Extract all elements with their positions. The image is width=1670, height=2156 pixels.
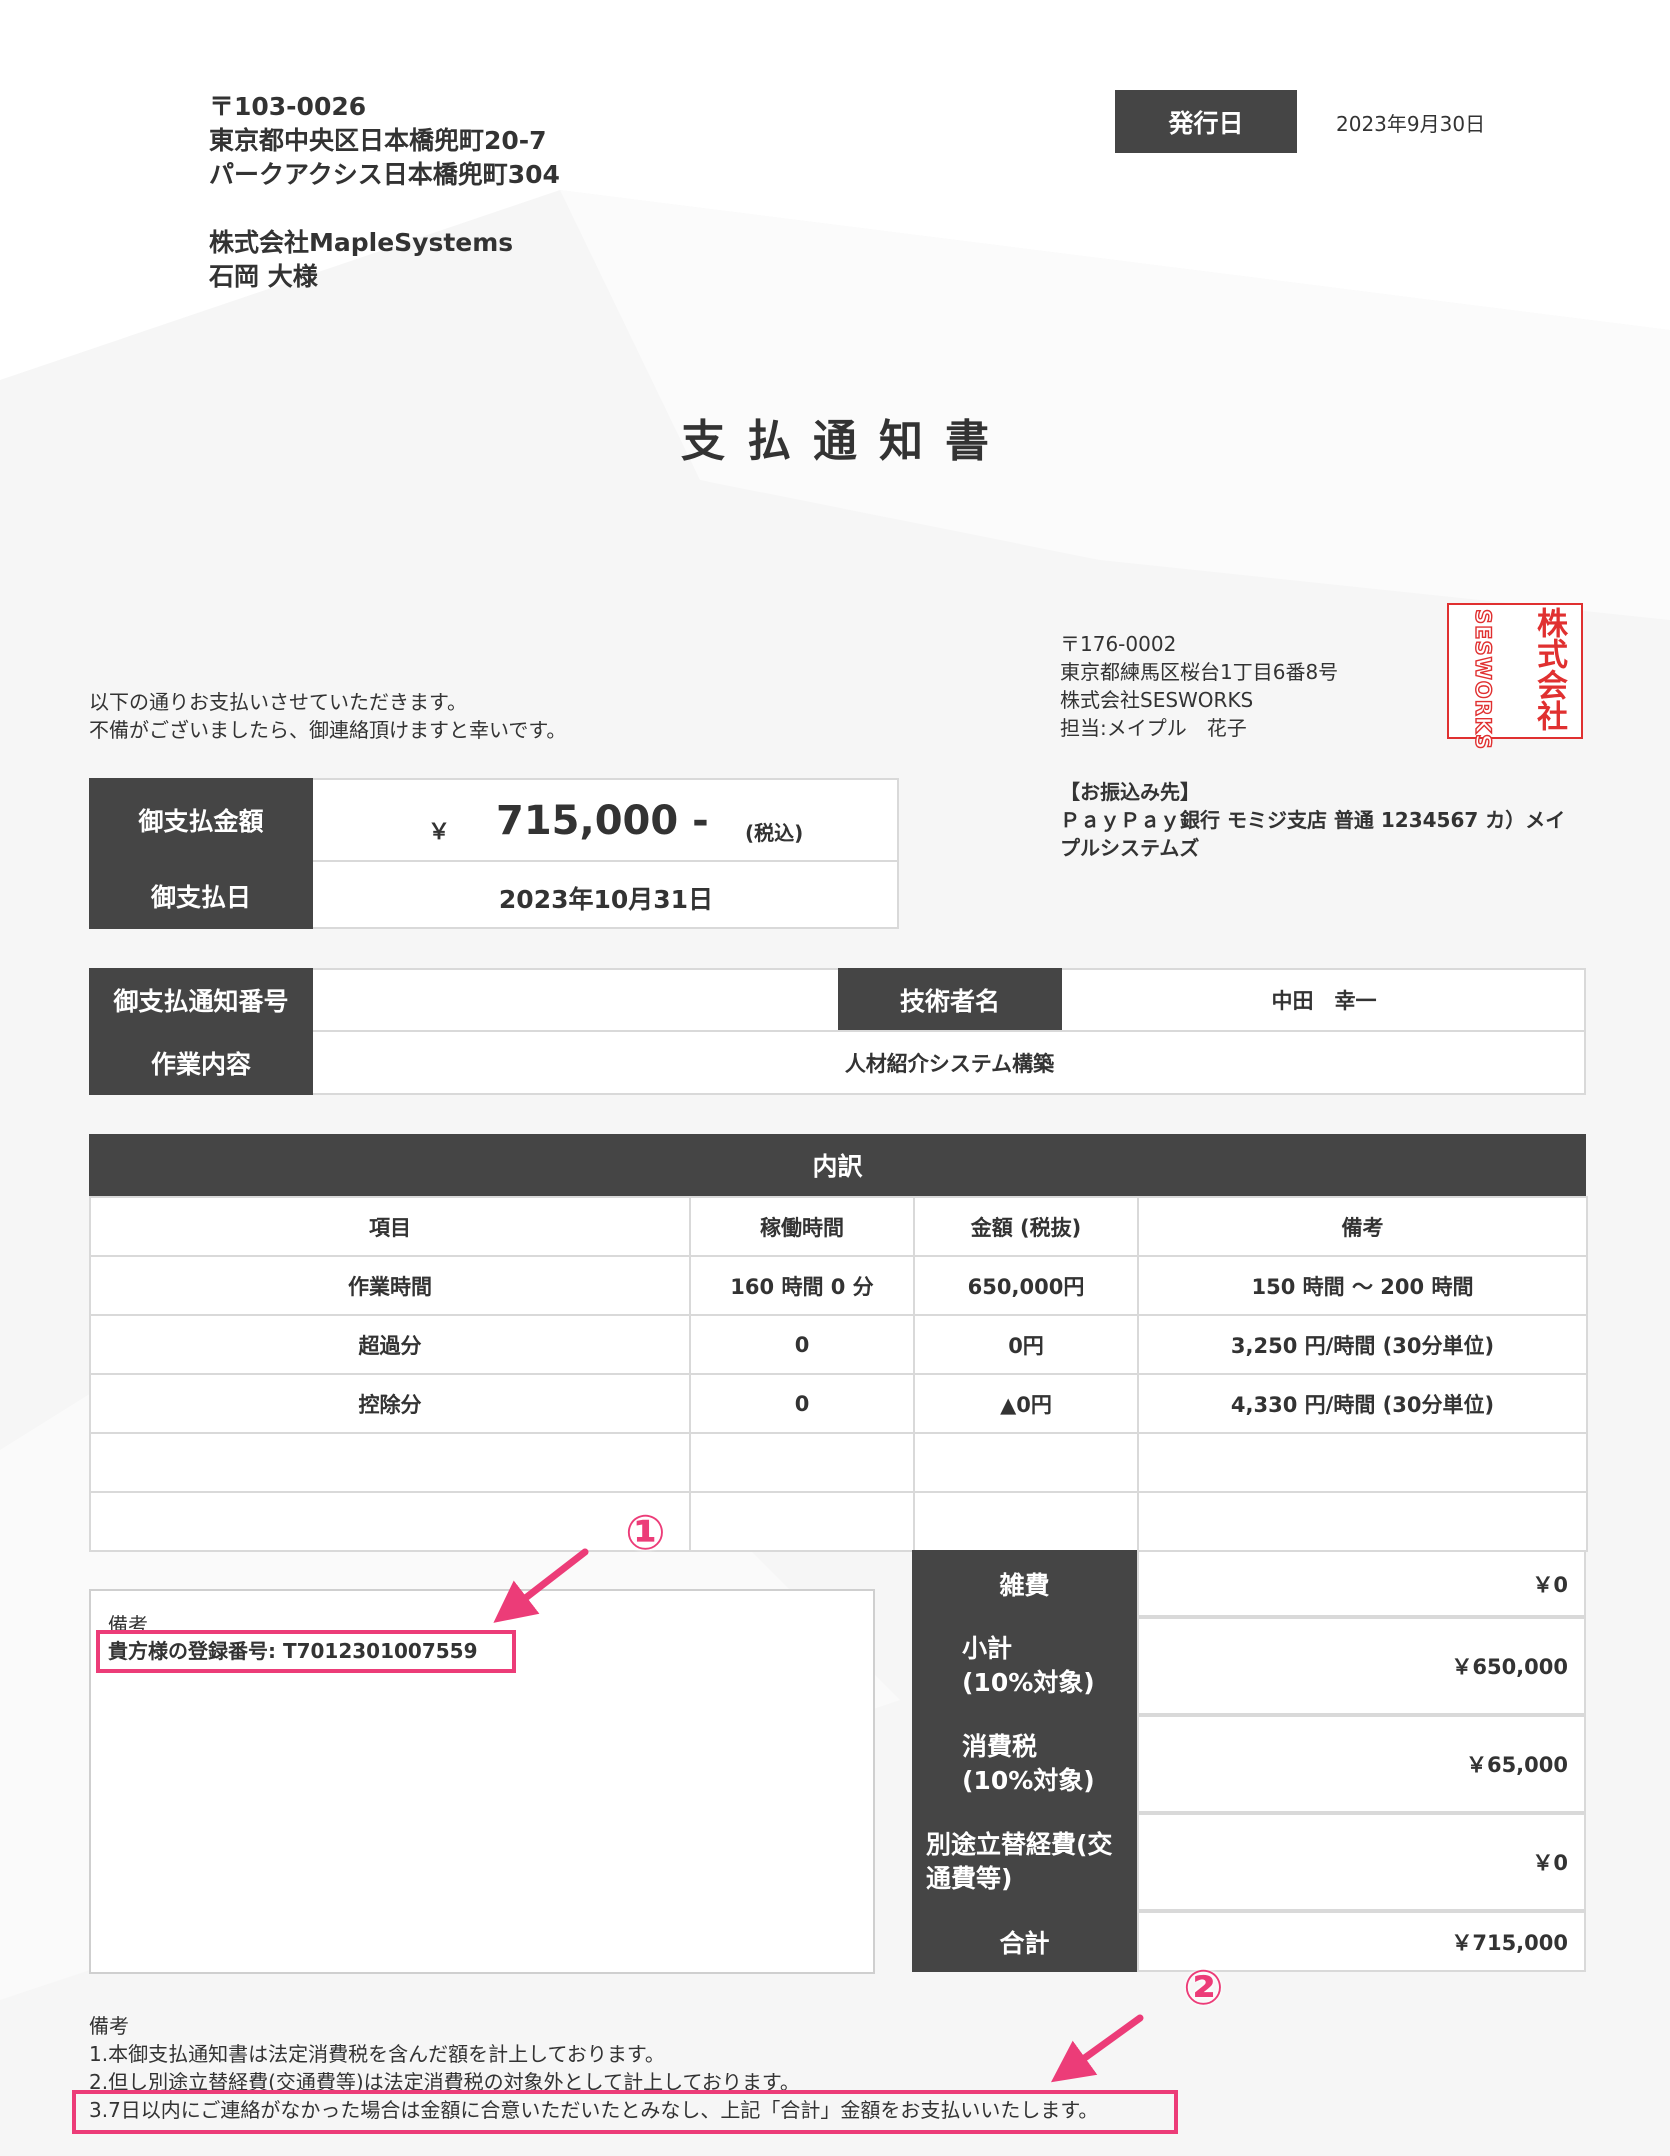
annotation-marker-2: ② xyxy=(1183,1960,1224,2016)
annotation-arrows xyxy=(493,1548,1144,2083)
arrow-1 xyxy=(493,1548,589,1623)
annotation-marker-1: ① xyxy=(625,1505,666,1561)
arrow-2 xyxy=(1050,2014,1144,2083)
